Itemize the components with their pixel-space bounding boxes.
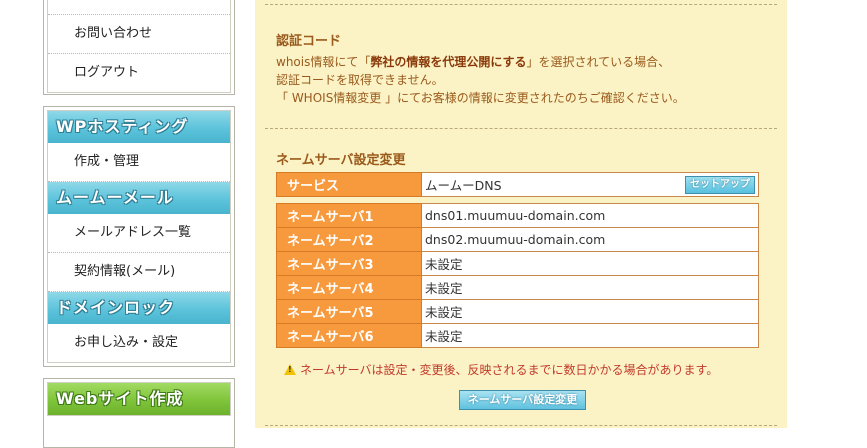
nameserver-row: ネームサーバ6 未設定	[276, 323, 759, 348]
nameserver-row: ネームサーバ1 dns01.muumuu-domain.com	[276, 203, 759, 228]
main-panel: 認証コード whois情報にて「弊社の情報を代理公開にする」を選択されている場合…	[255, 0, 787, 428]
divider	[265, 425, 777, 426]
divider	[265, 128, 777, 129]
domain-lock-header: ドメインロック	[48, 292, 230, 324]
nameserver-row: ネームサーバ3 未設定	[276, 251, 759, 276]
nameserver-row: ネームサーバ2 dns02.muumuu-domain.com	[276, 227, 759, 252]
nameserver-value[interactable]: dns01.muumuu-domain.com	[421, 203, 759, 228]
auth-code-line2: 認証コードを取得できません。	[276, 73, 444, 87]
nameserver-table: ネームサーバ1 dns01.muumuu-domain.com ネームサーバ2 …	[276, 203, 759, 348]
setup-button[interactable]: セットアップ	[685, 176, 755, 194]
nameserver-row: ネームサーバ5 未設定	[276, 299, 759, 324]
wp-hosting-header: WPホスティング	[48, 111, 230, 143]
nameserver-label: ネームサーバ3	[276, 251, 422, 276]
nameserver-warning: ネームサーバは設定・変更後、反映されるまでに数日かかる場合があります。	[284, 361, 718, 378]
auth-code-proxy-option: 弊社の情報を代理公開にする	[370, 55, 527, 69]
sidebar-website-box: Webサイト作成	[43, 378, 235, 448]
nameserver-value[interactable]: 未設定	[421, 275, 759, 300]
sidebar-item-mail-list[interactable]: メールアドレス一覧	[48, 214, 230, 253]
nameserver-label: ネームサーバ1	[276, 203, 422, 228]
nameserver-value[interactable]: dns02.muumuu-domain.com	[421, 227, 759, 252]
sidebar-item-hidden[interactable]	[48, 0, 230, 15]
service-table: サービス ムームーDNS セットアップ	[276, 172, 759, 197]
service-value-cell: ムームーDNS セットアップ	[421, 172, 759, 197]
nameserver-label: ネームサーバ5	[276, 299, 422, 324]
nameserver-title: ネームサーバ設定変更	[276, 153, 406, 168]
nameserver-value[interactable]: 未設定	[421, 323, 759, 348]
nameserver-label: ネームサーバ4	[276, 275, 422, 300]
sidebar-item-domain-lock-apply[interactable]: お申し込み・設定	[48, 324, 230, 362]
warning-text: ネームサーバは設定・変更後、反映されるまでに数日かかる場合があります。	[300, 363, 719, 377]
nameserver-row: ネームサーバ4 未設定	[276, 275, 759, 300]
auth-code-title: 認証コード	[276, 34, 342, 49]
service-row: サービス ムームーDNS セットアップ	[276, 172, 759, 197]
muumuu-mail-header: ムームーメール	[48, 182, 230, 214]
nameserver-value[interactable]: 未設定	[421, 251, 759, 276]
service-label: サービス	[276, 172, 422, 197]
service-value: ムームーDNS	[425, 178, 502, 193]
nameserver-submit-button[interactable]: ネームサーバ設定変更	[459, 390, 586, 410]
divider	[265, 4, 777, 5]
nameserver-label: ネームサーバ2	[276, 227, 422, 252]
sidebar-item-mail-contract[interactable]: 契約情報(メール)	[48, 253, 230, 292]
auth-code-line3: 「 WHOIS情報変更 」にてお客様の情報に変更されたのちご確認ください。	[276, 91, 685, 105]
auth-code-line1: whois情報にて「弊社の情報を代理公開にする」を選択されている場合、	[276, 55, 671, 69]
auth-code-description: whois情報にて「弊社の情報を代理公開にする」を選択されている場合、 認証コー…	[276, 53, 685, 107]
sidebar-item-contact[interactable]: お問い合わせ	[48, 15, 230, 54]
website-creation-header: Webサイト作成	[48, 383, 230, 415]
warning-icon	[284, 364, 296, 375]
sidebar-account-box: お問い合わせ ログアウト	[43, 0, 235, 95]
sidebar-item-wp-manage[interactable]: 作成・管理	[48, 143, 230, 182]
sidebar-item-logout[interactable]: ログアウト	[48, 54, 230, 92]
nameserver-value[interactable]: 未設定	[421, 299, 759, 324]
nameserver-label: ネームサーバ6	[276, 323, 422, 348]
sidebar-services-box: WPホスティング 作成・管理 ムームーメール メールアドレス一覧 契約情報(メー…	[43, 106, 235, 367]
